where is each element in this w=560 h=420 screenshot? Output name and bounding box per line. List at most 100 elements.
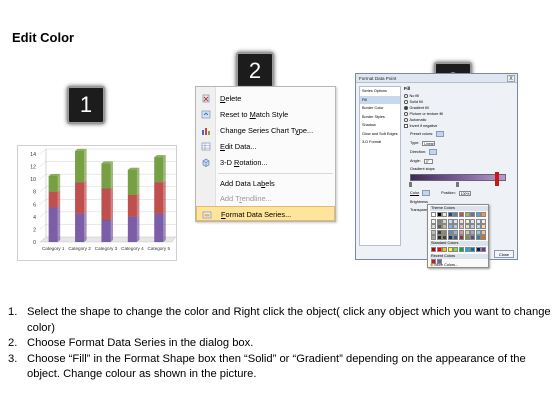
theme-shade-swatch[interactable] <box>431 224 436 230</box>
standard-color-swatch[interactable] <box>475 247 481 252</box>
theme-shade-swatch[interactable] <box>447 229 453 235</box>
theme-shade-swatch[interactable] <box>436 218 442 224</box>
theme-shade-swatch[interactable] <box>431 235 436 241</box>
theme-shade-swatch[interactable] <box>453 218 459 224</box>
standard-color-swatch[interactable] <box>447 247 453 252</box>
bar-segment <box>127 169 138 196</box>
theme-shade-swatch[interactable] <box>447 235 453 241</box>
theme-shade-swatch[interactable] <box>464 224 470 230</box>
menu-item-edit-data[interactable]: Edit Data... <box>196 139 335 154</box>
theme-shade-swatch[interactable] <box>464 218 470 224</box>
theme-shade-swatch[interactable] <box>481 229 487 235</box>
standard-color-swatch[interactable] <box>458 247 464 252</box>
bar-segment-side <box>163 180 166 214</box>
theme-shade-swatch[interactable] <box>481 218 487 224</box>
dialog-close-button[interactable]: X <box>507 75 515 82</box>
theme-shade-swatch[interactable] <box>458 218 464 224</box>
theme-color-swatch[interactable] <box>431 212 436 217</box>
theme-shade-swatch[interactable] <box>464 229 470 235</box>
more-colors-link[interactable]: ◉ More Colors... <box>430 262 458 267</box>
gradient-stop-handle[interactable] <box>456 182 459 187</box>
theme-shade-swatch[interactable] <box>470 229 476 235</box>
menu-item-add-data-labels[interactable]: Add Data Labels <box>196 176 335 191</box>
category-shadow[interactable]: Shadow <box>360 121 400 130</box>
theme-shade-swatch[interactable] <box>458 224 464 230</box>
category-series-options[interactable]: Series Options <box>360 87 400 96</box>
theme-shade-swatch[interactable] <box>458 229 464 235</box>
standard-color-swatch[interactable] <box>453 247 459 252</box>
theme-shade-swatch[interactable] <box>453 224 459 230</box>
menu-item-3d-rotation[interactable]: 3-D Rotation... <box>196 155 335 170</box>
stacked-bar-chart[interactable]: 0 2 4 6 8 10 12 14 Category 1 Category 2 Category … <box>18 146 178 262</box>
preset-colors-dropdown[interactable] <box>436 131 445 137</box>
category-border-styles[interactable]: Border Styles <box>360 113 400 122</box>
theme-colors-top-row[interactable] <box>431 212 487 217</box>
theme-color-swatch[interactable] <box>442 212 448 217</box>
theme-shade-swatch[interactable] <box>470 224 476 230</box>
standard-color-swatch[interactable] <box>431 247 436 252</box>
standard-color-swatch[interactable] <box>442 247 448 252</box>
theme-shade-swatch[interactable] <box>431 218 436 224</box>
theme-shade-swatch[interactable] <box>475 224 481 230</box>
theme-color-swatch[interactable] <box>475 212 481 217</box>
theme-color-swatch[interactable] <box>453 212 459 217</box>
theme-shade-swatch[interactable] <box>442 235 448 241</box>
bar-segment <box>48 191 58 208</box>
theme-shade-swatch[interactable] <box>458 235 464 241</box>
menu-item-reset-style[interactable]: Reset to Match Style <box>196 107 335 122</box>
theme-shade-swatch[interactable] <box>453 229 459 235</box>
standard-color-swatch[interactable] <box>470 247 476 252</box>
theme-shade-swatch[interactable] <box>475 235 481 241</box>
category-glow-soft-edges[interactable]: Glow and Soft Edges <box>360 130 400 139</box>
checkbox-invert-if-negative[interactable]: Invert if negative <box>404 123 437 129</box>
theme-shade-swatch[interactable] <box>436 224 442 230</box>
theme-shade-swatch[interactable] <box>481 224 487 230</box>
theme-shade-swatch[interactable] <box>442 224 448 230</box>
theme-color-swatch[interactable] <box>470 212 476 217</box>
theme-color-swatch[interactable] <box>436 212 442 217</box>
theme-color-swatch[interactable] <box>447 212 453 217</box>
menu-item-format-data-series[interactable]: Format Data Series... <box>196 206 335 221</box>
standard-colors-row[interactable] <box>431 247 487 252</box>
category-3d-format[interactable]: 3-D Format <box>360 138 400 147</box>
theme-shade-swatch[interactable] <box>431 229 436 235</box>
theme-shade-swatch[interactable] <box>442 229 448 235</box>
theme-shade-swatch[interactable] <box>453 235 459 241</box>
chart-panel[interactable]: 0 2 4 6 8 10 12 14 Category 1 Category 2 Category … <box>17 145 177 261</box>
dialog-close-action-button[interactable]: Close <box>494 250 514 258</box>
standard-color-swatch[interactable] <box>464 247 470 252</box>
gradient-stops-bar[interactable] <box>410 174 506 181</box>
gradient-stop-selected[interactable] <box>495 172 499 186</box>
bar-segment-side <box>57 189 61 208</box>
angle-input[interactable]: 0° <box>423 158 433 164</box>
theme-color-swatch[interactable] <box>481 212 487 217</box>
context-menu[interactable]: Delete Reset to Match Style Change Serie… <box>195 86 336 222</box>
theme-color-swatch[interactable] <box>464 212 470 217</box>
bar-segment-side <box>136 167 140 195</box>
type-select[interactable]: Linear <box>422 140 436 146</box>
theme-shade-swatch[interactable] <box>481 235 487 241</box>
standard-color-swatch[interactable] <box>481 247 487 252</box>
position-input[interactable]: 100% <box>458 190 471 196</box>
theme-shade-swatch[interactable] <box>436 235 442 241</box>
category-border-color[interactable]: Border Color <box>360 104 400 113</box>
color-dropdown-button[interactable] <box>422 190 431 196</box>
menu-item-change-chart-type[interactable]: Change Series Chart Type... <box>196 123 335 138</box>
theme-color-swatch[interactable] <box>458 212 464 217</box>
theme-shade-swatch[interactable] <box>470 235 476 241</box>
theme-shade-swatch[interactable] <box>464 235 470 241</box>
standard-color-swatch[interactable] <box>436 247 442 252</box>
theme-shade-swatch[interactable] <box>475 218 481 224</box>
gradient-stop-handle[interactable] <box>409 182 412 187</box>
color-picker-dropdown[interactable]: Theme Colors Standard Colors Recent Colo… <box>427 204 489 268</box>
theme-shade-swatch[interactable] <box>475 229 481 235</box>
direction-dropdown[interactable] <box>429 149 438 155</box>
category-fill[interactable]: Fill <box>360 95 400 104</box>
dialog-category-list[interactable]: Series Options Fill Border Color Border … <box>359 86 401 246</box>
theme-shade-swatch[interactable] <box>447 218 453 224</box>
theme-shade-swatch[interactable] <box>470 218 476 224</box>
menu-item-delete[interactable]: Delete <box>196 91 335 106</box>
theme-shade-swatch[interactable] <box>442 218 448 224</box>
theme-shade-swatch[interactable] <box>436 229 442 235</box>
theme-shade-swatch[interactable] <box>447 224 453 230</box>
